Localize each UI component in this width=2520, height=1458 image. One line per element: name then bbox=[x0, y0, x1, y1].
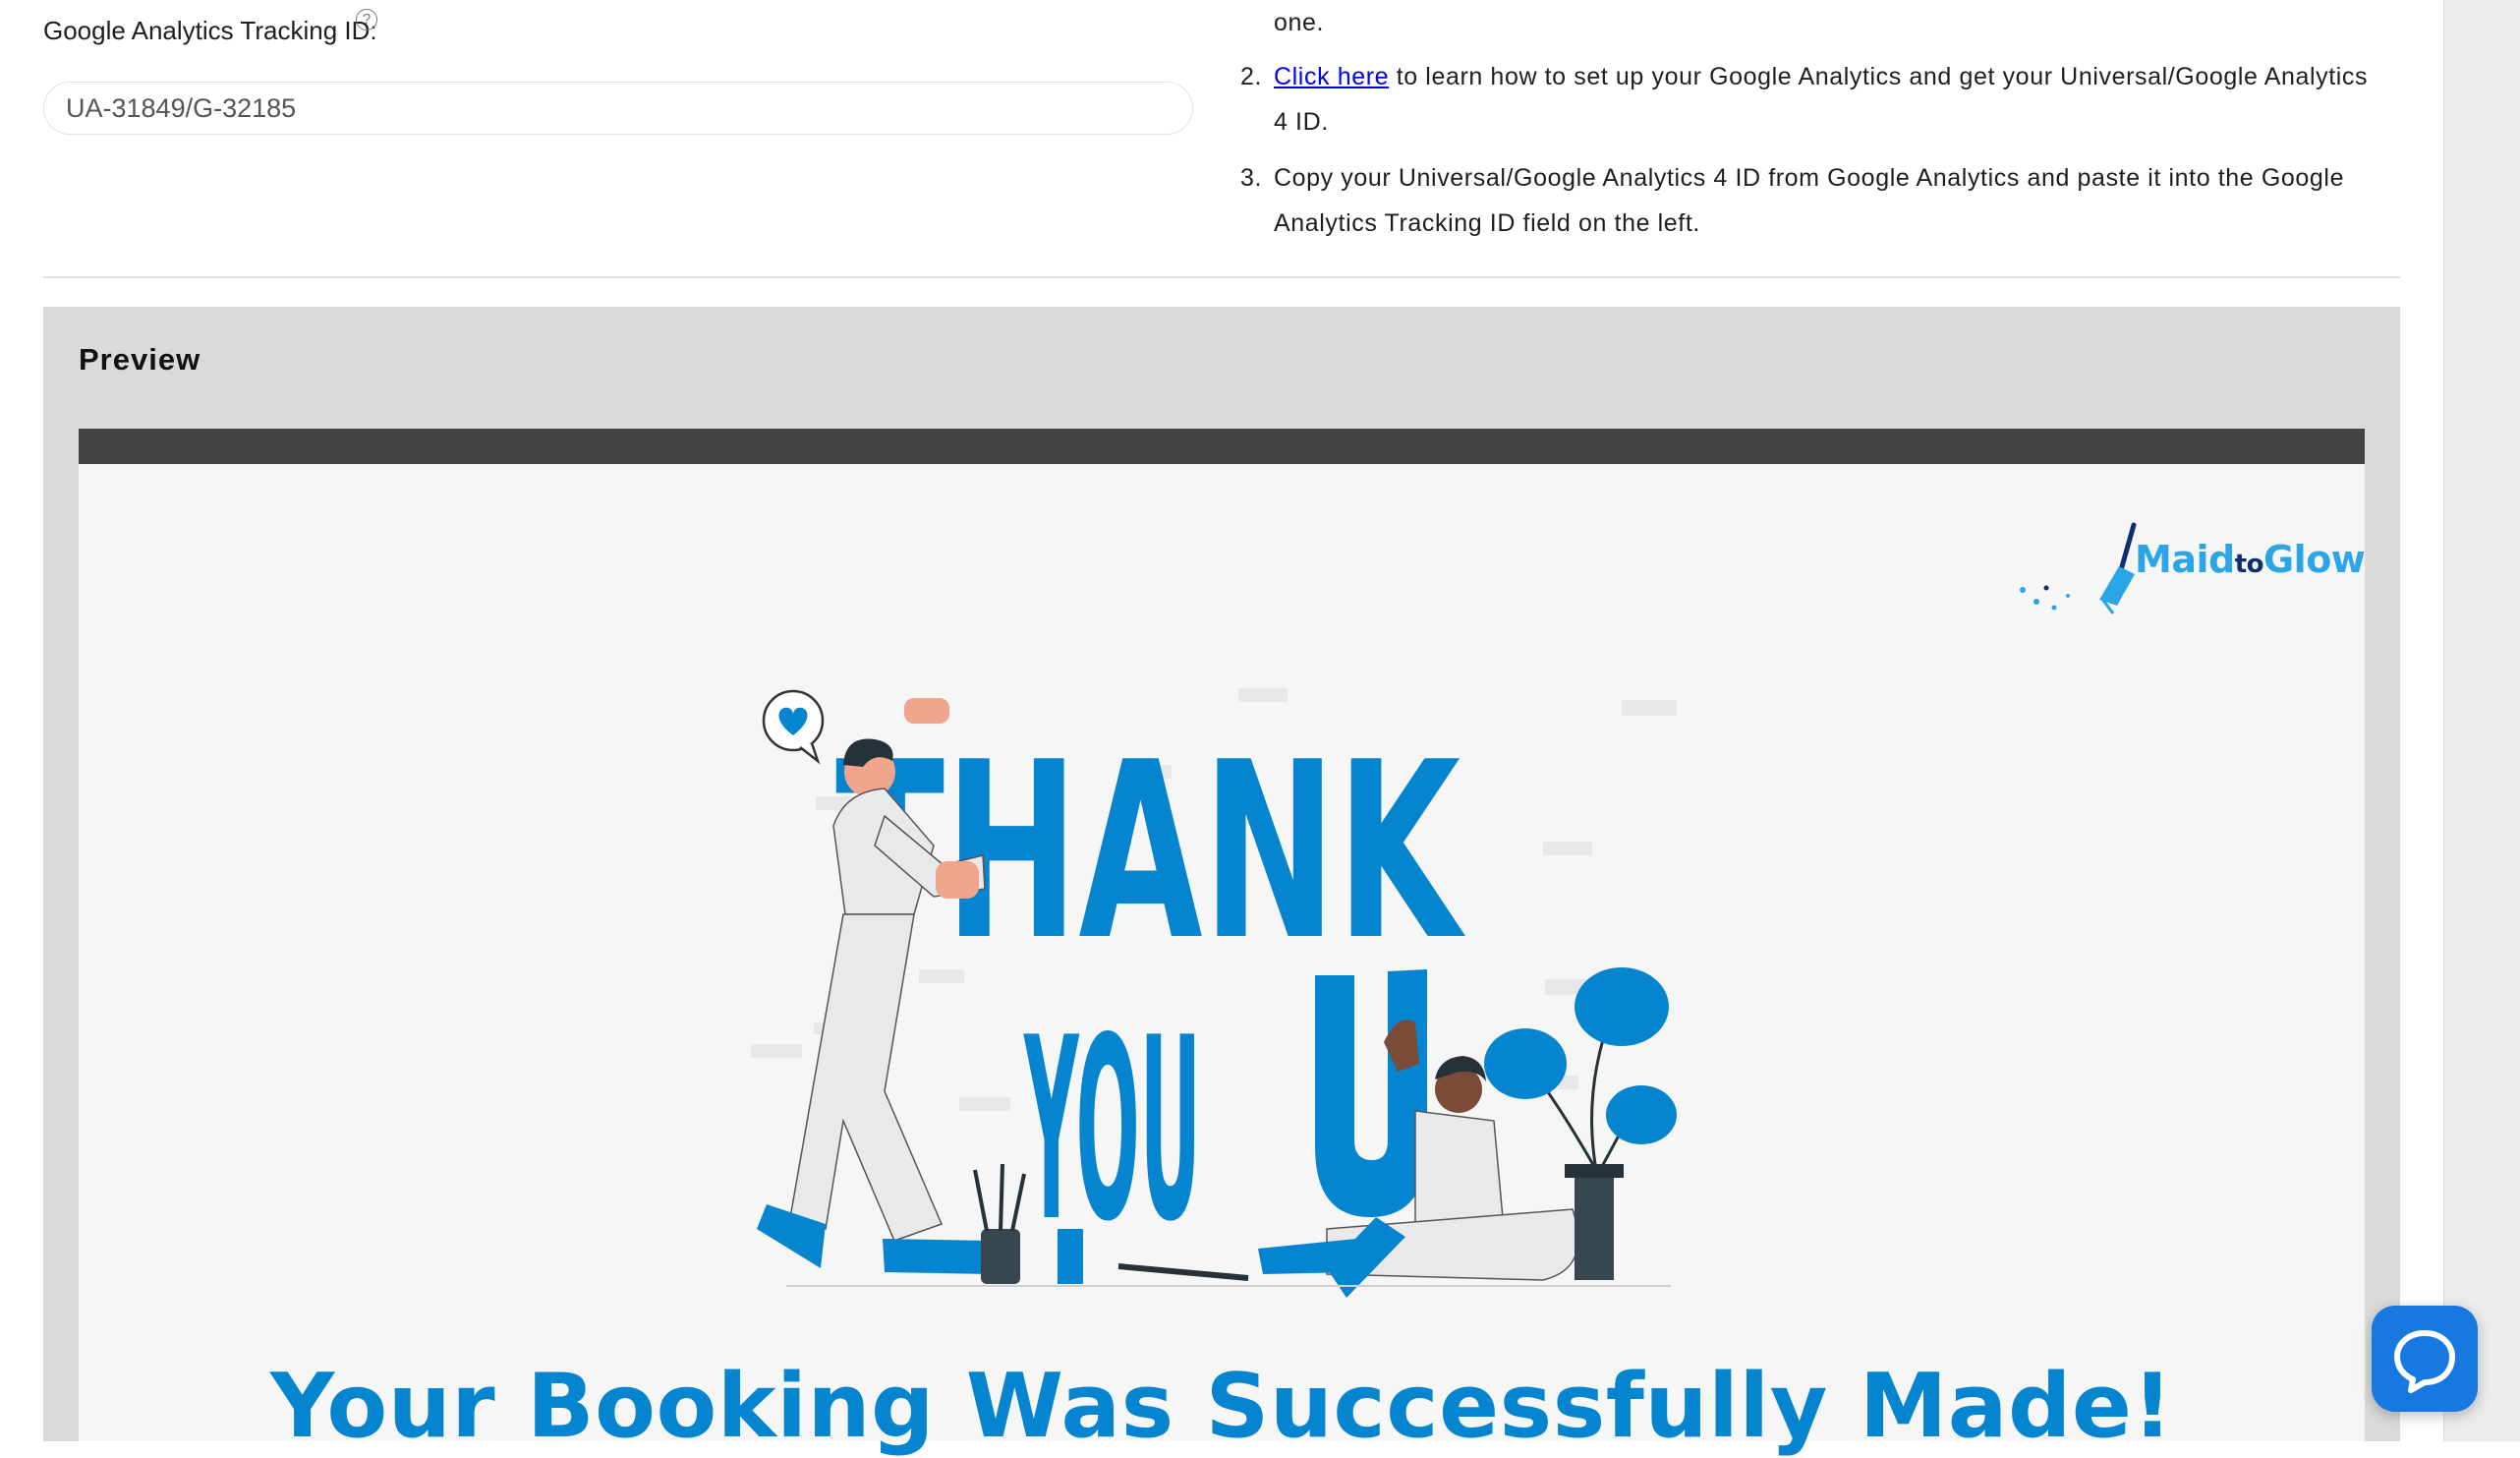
maid-to-glow-logo: MaidtoGlow bbox=[2003, 519, 2366, 617]
step-3-number: 3. bbox=[1240, 164, 1263, 192]
logo-word-to: to bbox=[2234, 550, 2264, 579]
step-2-line-2: 4 ID. bbox=[1274, 108, 1329, 136]
heart-bubble-icon bbox=[762, 689, 825, 765]
tracking-id-label: Google Analytics Tracking ID: bbox=[43, 16, 377, 45]
step-3-line-2: Analytics Tracking ID field on the left. bbox=[1274, 209, 1700, 237]
thank-you-illustration: THANK YOU bbox=[751, 688, 1677, 1298]
logo-word-glow: Glow bbox=[2262, 538, 2366, 581]
logo-wordmark: MaidtoGlow bbox=[2135, 538, 2366, 581]
section-divider bbox=[43, 276, 2400, 278]
broom-logo-icon bbox=[2020, 522, 2137, 614]
help-icon[interactable]: ? bbox=[356, 9, 377, 30]
booking-success-heading: Your Booking Was Successfully Made! bbox=[269, 1355, 2174, 1458]
page-scrollbar-gutter[interactable] bbox=[2443, 0, 2520, 1441]
illustration-word-you: YOU bbox=[1023, 984, 1201, 1277]
step-2-number: 2. bbox=[1240, 63, 1263, 90]
chat-bubble-icon bbox=[2394, 1330, 2455, 1393]
preview-title: Preview bbox=[79, 342, 201, 377]
step-1-tail: one. bbox=[1274, 9, 1325, 36]
chat-launcher-button[interactable] bbox=[2372, 1306, 2478, 1412]
letter-u-shape bbox=[1315, 969, 1427, 1217]
step-3-line-1: Copy your Universal/Google Analytics 4 I… bbox=[1274, 164, 2345, 192]
click-here-link[interactable]: Click here bbox=[1274, 63, 1389, 90]
logo-word-maid: Maid bbox=[2135, 538, 2235, 581]
step-2-text: to learn how to set up your Google Analy… bbox=[1389, 63, 2369, 90]
preview-frame-topbar bbox=[79, 429, 2365, 464]
tracking-id-input[interactable] bbox=[43, 82, 1193, 135]
settings-page: Google Analytics Tracking ID: ? one. 2. … bbox=[0, 0, 2443, 1458]
step-2-line-1: Click here to learn how to set up your G… bbox=[1274, 54, 2368, 99]
